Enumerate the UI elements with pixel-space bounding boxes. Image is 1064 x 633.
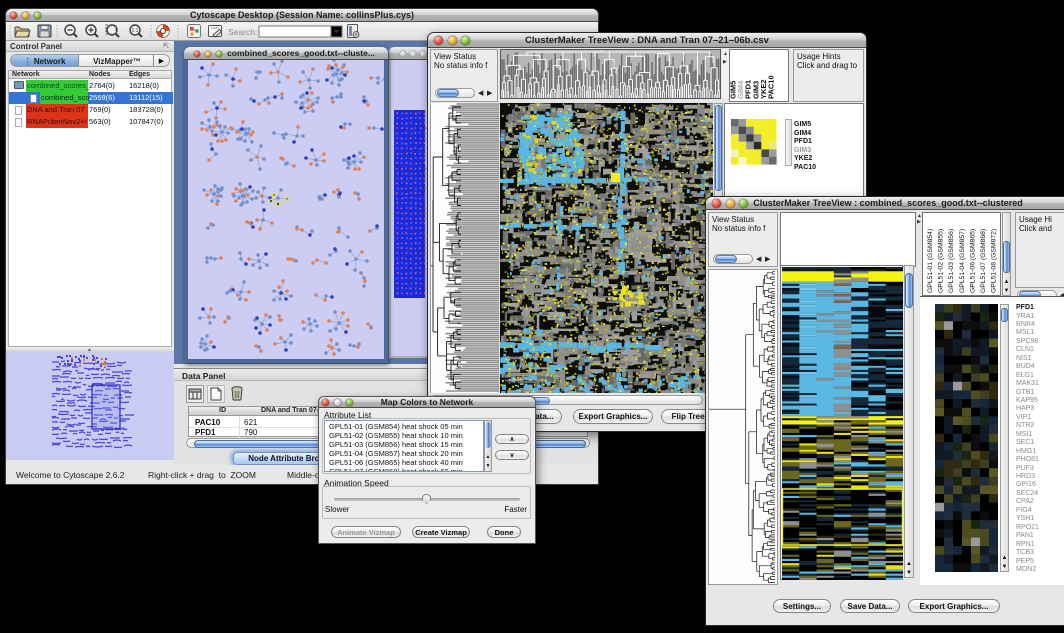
svg-text:GPL51-06 (GSM865): GPL51-06 (GSM865) xyxy=(969,229,976,293)
svg-text:GPL51-04 (GSM857): GPL51-04 (GSM857) xyxy=(959,229,966,293)
svg-text:GPL51-08 (GSM872): GPL51-08 (GSM872) xyxy=(991,229,998,293)
svg-text:GPL51-07 (GSM868): GPL51-07 (GSM868) xyxy=(980,229,987,293)
svg-text:Search:: Search: xyxy=(228,27,257,37)
svg-text:GPL51-02 (GSM855): GPL51-02 (GSM855) xyxy=(938,229,945,293)
svg-text:GPL51-03 (GSM856): GPL51-03 (GSM856) xyxy=(948,229,955,293)
svg-text:1:1: 1:1 xyxy=(132,28,139,34)
svg-text:GPL51-01 (GSM854): GPL51-01 (GSM854) xyxy=(927,229,934,293)
svg-text:PAC10: PAC10 xyxy=(767,75,776,99)
